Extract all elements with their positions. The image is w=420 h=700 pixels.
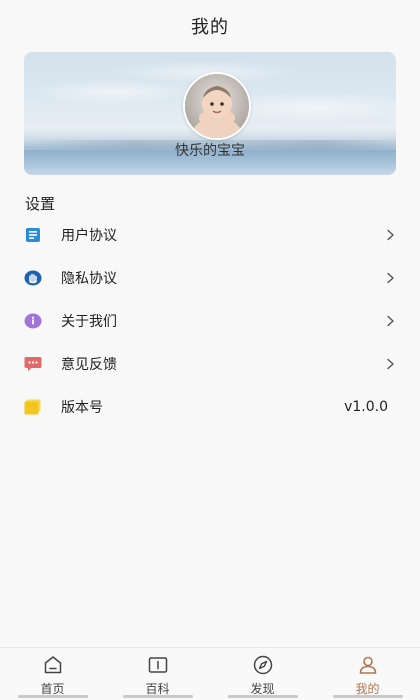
menu-item-label: 用户协议: [61, 227, 117, 244]
home-icon: [44, 656, 61, 674]
menu-item-label: 意见反馈: [61, 356, 117, 373]
menu-item-privacy-agreement[interactable]: 隐私协议: [0, 256, 420, 299]
settings-section-title: 设置: [25, 195, 56, 213]
settings-menu: 用户协议 隐私协议 关于我们 意见反馈 版本号 v1.0.0: [0, 213, 420, 428]
menu-item-label: 关于我们: [61, 313, 117, 330]
tab-encyclopedia[interactable]: 百科: [105, 648, 210, 700]
avatar[interactable]: [183, 72, 251, 140]
tab-mine[interactable]: 我的: [315, 648, 420, 700]
tab-home[interactable]: 首页: [0, 648, 105, 700]
info-icon: [24, 312, 42, 330]
tab-discover[interactable]: 发现: [210, 648, 315, 700]
version-value: v1.0.0: [344, 398, 388, 415]
username: 快乐的宝宝: [175, 143, 245, 159]
menu-item-label: 版本号: [61, 399, 103, 416]
profile-banner: 快乐的宝宝: [24, 52, 396, 175]
chevron-right-icon: [387, 272, 394, 283]
menu-item-label: 隐私协议: [61, 270, 117, 287]
chevron-right-icon: [387, 358, 394, 369]
chevron-right-icon: [387, 315, 394, 326]
tab-underline: [122, 695, 193, 698]
book-icon: [148, 657, 167, 673]
top-bar: 我的: [0, 0, 420, 52]
page-title: 我的: [191, 17, 229, 38]
menu-item-user-agreement[interactable]: 用户协议: [0, 213, 420, 256]
menu-item-about-us[interactable]: 关于我们: [0, 299, 420, 342]
menu-item-version: 版本号 v1.0.0: [0, 385, 420, 428]
folder-icon: [24, 398, 42, 416]
user-icon: [359, 656, 376, 674]
profile-page: 我的 快乐的宝宝 设置 用户协议 隐私协议 关于我们 意见反馈 版本号 v1.0…: [0, 0, 420, 700]
tab-underline: [332, 695, 403, 698]
chevron-right-icon: [387, 229, 394, 240]
message-icon: [24, 355, 42, 373]
tab-underline: [227, 695, 298, 698]
hand-stop-icon: [24, 269, 42, 287]
document-icon: [24, 226, 42, 244]
bottom-tab-bar: 首页 百科 发现 我的: [0, 647, 420, 700]
baby-avatar-icon: [185, 74, 249, 138]
compass-icon: [253, 655, 272, 675]
tab-underline: [17, 695, 88, 698]
menu-item-feedback[interactable]: 意见反馈: [0, 342, 420, 385]
